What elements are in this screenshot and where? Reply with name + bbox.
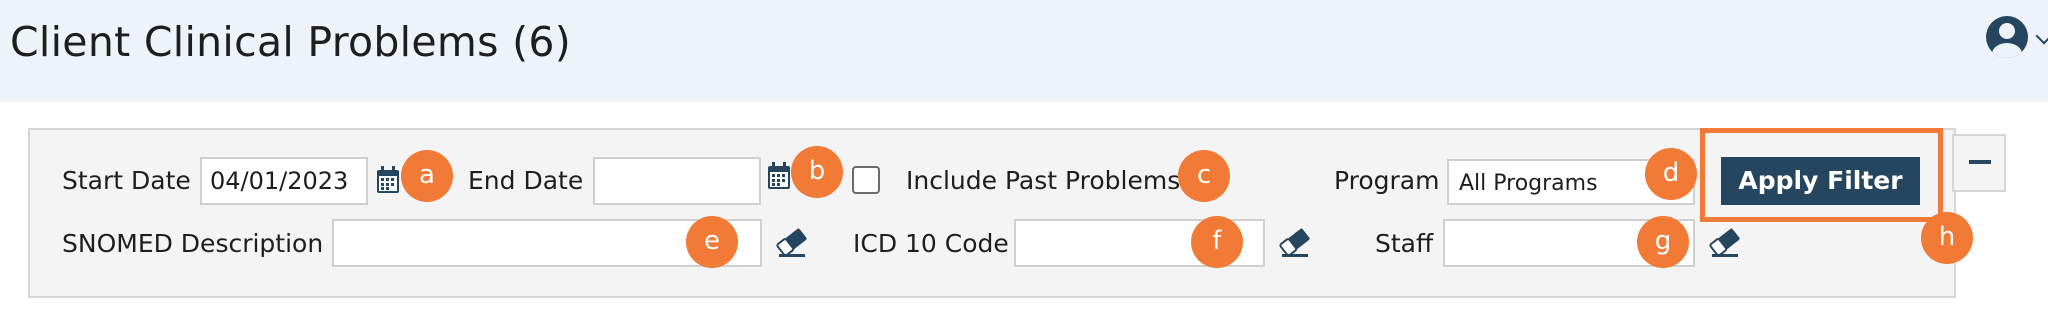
annotation-badge-a: a: [401, 150, 453, 202]
include-past-label: Include Past Problems: [906, 166, 1181, 195]
annotation-badge-e: e: [686, 216, 738, 268]
calendar-icon[interactable]: [767, 162, 791, 190]
annotation-badge-f: f: [1191, 216, 1243, 268]
collapse-button[interactable]: [1952, 134, 2006, 192]
include-past-checkbox[interactable]: [852, 166, 880, 194]
chevron-down-icon[interactable]: [2035, 27, 2048, 45]
apply-filter-highlight: [1700, 128, 1943, 222]
page-title: Client Clinical Problems (6): [10, 18, 572, 66]
end-date-label: End Date: [468, 166, 584, 195]
snomed-label: SNOMED Description: [62, 229, 324, 258]
start-date-input[interactable]: [200, 157, 368, 205]
annotation-badge-c: c: [1178, 150, 1230, 202]
annotation-badge-d: d: [1645, 148, 1697, 200]
eraser-icon[interactable]: [1708, 227, 1742, 257]
start-date-label: Start Date: [62, 166, 191, 195]
annotation-badge-b: b: [791, 146, 843, 198]
annotation-badge-g: g: [1637, 216, 1689, 268]
minus-icon: [1969, 160, 1991, 164]
annotation-badge-h: h: [1921, 212, 1973, 264]
eraser-icon[interactable]: [775, 227, 809, 257]
staff-label: Staff: [1375, 229, 1434, 258]
eraser-icon[interactable]: [1278, 227, 1312, 257]
program-label: Program: [1334, 166, 1440, 195]
icd-10-code-label: ICD 10 Code: [853, 229, 1009, 258]
page-header: Client Clinical Problems (6): [0, 0, 2048, 102]
user-icon[interactable]: [1986, 16, 2028, 58]
end-date-input[interactable]: [593, 157, 761, 205]
calendar-icon[interactable]: [376, 166, 400, 194]
